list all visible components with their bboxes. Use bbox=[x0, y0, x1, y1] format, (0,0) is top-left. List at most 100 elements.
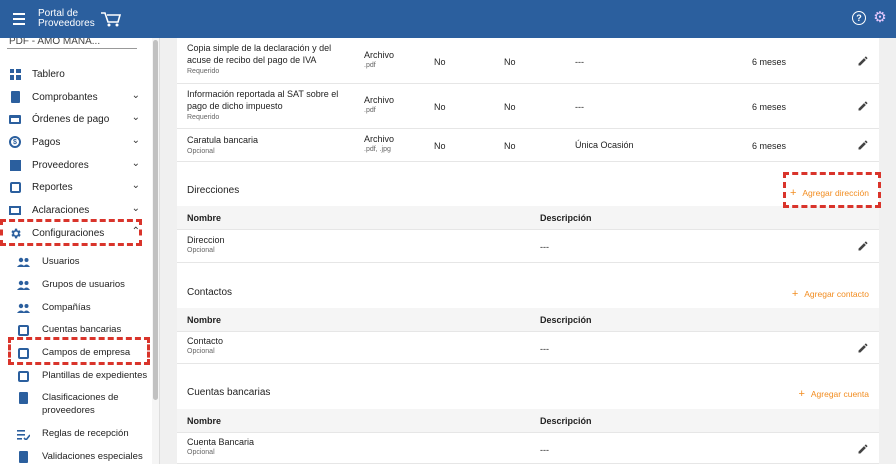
cuentas-table-header: Nombre Descripción bbox=[177, 409, 879, 433]
row-requirement: Opcional bbox=[187, 449, 215, 456]
edit-pencil-icon[interactable] bbox=[857, 100, 869, 112]
users-icon bbox=[16, 255, 30, 269]
template-icon bbox=[16, 369, 30, 383]
edit-pencil-icon[interactable] bbox=[857, 443, 869, 455]
document-validity: 6 meses bbox=[752, 141, 787, 151]
row-name-cell: Cuenta Bancaria Opcional bbox=[187, 437, 254, 456]
sidebar-subitem-cuentas[interactable]: Cuentas bancarias bbox=[0, 323, 150, 337]
document-frequency: --- bbox=[575, 102, 584, 112]
sidebar-subitem-validaciones[interactable]: Validaciones especiales bbox=[0, 450, 150, 464]
document-col1: No bbox=[434, 57, 446, 67]
row-requirement: Opcional bbox=[187, 247, 215, 254]
highlight-campos-empresa bbox=[8, 337, 150, 365]
sidebar-item-comprobantes[interactable]: Comprobantes ⌄ bbox=[0, 86, 150, 108]
cart-icon bbox=[101, 12, 122, 27]
company-select[interactable]: PDF - AMO MANA... bbox=[7, 38, 137, 49]
document-col2: No bbox=[504, 141, 516, 151]
group-icon bbox=[16, 278, 30, 292]
document-validity: 6 meses bbox=[752, 57, 787, 67]
sidebar-subitem-usuarios[interactable]: Usuarios bbox=[0, 255, 150, 269]
companies-icon bbox=[16, 301, 30, 315]
sidebar-scrollbar-thumb[interactable] bbox=[153, 40, 158, 400]
add-cuenta-link[interactable]: + Agregar cuenta bbox=[798, 388, 869, 400]
add-contacto-link[interactable]: + Agregar contacto bbox=[792, 288, 869, 300]
document-name-cell: Caratula bancaria Opcional bbox=[187, 134, 347, 155]
help-icon[interactable]: ? bbox=[852, 11, 866, 25]
sidebar-item-label: Comprobantes bbox=[32, 91, 98, 103]
sidebar-subitem-label: Compañías bbox=[42, 302, 91, 313]
row-description: --- bbox=[540, 242, 549, 252]
edit-pencil-icon[interactable] bbox=[857, 342, 869, 354]
table-row: Caratula bancaria Opcional Archivo .pdf,… bbox=[177, 129, 879, 162]
document-col1: No bbox=[434, 102, 446, 112]
document-name: Información reportada al SAT sobre el pa… bbox=[187, 89, 339, 111]
document-requirement: Requerido bbox=[187, 114, 220, 121]
top-bar: Portal de Proveedores ? ⚙ bbox=[0, 0, 896, 38]
plus-icon: + bbox=[791, 288, 799, 300]
mail-icon bbox=[8, 203, 22, 217]
sidebar-item-ordenes[interactable]: Órdenes de pago ⌄ bbox=[0, 108, 150, 130]
document-extensions: .pdf bbox=[364, 62, 376, 69]
contactos-table-header: Nombre Descripción bbox=[177, 308, 879, 332]
validation-icon bbox=[16, 450, 30, 464]
sidebar-subitem-clasificaciones[interactable]: Clasificaciones de proveedores bbox=[0, 391, 150, 417]
document-col1: No bbox=[434, 141, 446, 151]
sidebar-subitem-label: Validaciones especiales bbox=[42, 451, 143, 462]
edit-pencil-icon[interactable] bbox=[857, 139, 869, 151]
row-name-cell: Contacto Opcional bbox=[187, 336, 223, 355]
app-logo[interactable]: Portal de Proveedores bbox=[38, 9, 122, 29]
document-type-cell: Archivo .pdf, .jpg bbox=[364, 134, 394, 153]
bar-chart-icon bbox=[8, 180, 22, 194]
row-requirement: Opcional bbox=[187, 348, 215, 355]
chevron-down-icon: ⌄ bbox=[131, 112, 140, 123]
sidebar-subitem-label: Clasificaciones de proveedores bbox=[42, 392, 119, 416]
row-name: Direccion bbox=[187, 235, 225, 245]
chevron-down-icon: ⌄ bbox=[131, 135, 140, 146]
logo-text: Portal de Proveedores bbox=[38, 9, 100, 29]
sidebar-item-aclaraciones[interactable]: Aclaraciones ⌄ bbox=[0, 199, 150, 221]
document-name-cell: Copia simple de la declaración y del acu… bbox=[187, 42, 347, 75]
table-row: Cuenta Bancaria Opcional --- bbox=[177, 433, 879, 464]
dollar-coin-icon: $ bbox=[8, 135, 22, 149]
sidebar-subitem-label: Cuentas bancarias bbox=[42, 324, 122, 335]
sidebar-scrollbar[interactable] bbox=[152, 38, 159, 464]
sidebar-subitem-label: Reglas de recepción bbox=[42, 428, 129, 439]
row-description: --- bbox=[540, 344, 549, 354]
document-type: Archivo bbox=[364, 95, 395, 105]
row-name: Contacto bbox=[187, 336, 224, 346]
chevron-down-icon: ⌄ bbox=[131, 180, 140, 191]
sidebar-item-label: Aclaraciones bbox=[32, 204, 90, 216]
sidebar-subitem-reglas[interactable]: Reglas de recepción bbox=[0, 427, 150, 441]
sidebar-item-proveedores[interactable]: Proveedores ⌄ bbox=[0, 154, 150, 176]
sidebar-item-label: Tablero bbox=[32, 68, 65, 80]
table-row: Contacto Opcional --- bbox=[177, 332, 879, 364]
sidebar-item-pagos[interactable]: $ Pagos ⌄ bbox=[0, 131, 150, 153]
sidebar-subitem-plantillas[interactable]: Plantillas de expedientes bbox=[0, 369, 150, 383]
document-type: Archivo bbox=[364, 134, 395, 144]
sidebar-subitem-companias[interactable]: Compañías bbox=[0, 301, 150, 315]
document-frequency: --- bbox=[575, 57, 584, 67]
table-row: Direccion Opcional --- bbox=[177, 230, 879, 263]
sidebar-item-reportes[interactable]: Reportes ⌄ bbox=[0, 176, 150, 198]
edit-pencil-icon[interactable] bbox=[857, 240, 869, 252]
sidebar: PDF - AMO MANA... Tablero Comprobantes ⌄… bbox=[0, 38, 160, 464]
document-name: Copia simple de la declaración y del acu… bbox=[187, 43, 332, 65]
row-name-cell: Direccion Opcional bbox=[187, 235, 225, 254]
document-extensions: .pdf bbox=[364, 107, 376, 114]
sidebar-item-tablero[interactable]: Tablero bbox=[0, 63, 150, 85]
row-description: --- bbox=[540, 445, 549, 455]
user-settings-icon[interactable]: ⚙ bbox=[872, 10, 888, 26]
table-row: Información reportada al SAT sobre el pa… bbox=[177, 84, 879, 129]
credit-card-icon bbox=[8, 112, 22, 126]
column-header-nombre: Nombre bbox=[187, 213, 222, 223]
logo-line2: Proveedores bbox=[38, 18, 95, 29]
hamburger-icon[interactable] bbox=[0, 0, 38, 38]
highlight-agregar-direccion bbox=[783, 172, 881, 208]
document-validity: 6 meses bbox=[752, 102, 787, 112]
column-header-nombre: Nombre bbox=[187, 315, 222, 325]
edit-pencil-icon[interactable] bbox=[857, 55, 869, 67]
section-title-contactos: Contactos bbox=[187, 287, 233, 298]
column-header-descripcion: Descripción bbox=[540, 213, 592, 223]
rules-icon bbox=[16, 427, 30, 441]
sidebar-subitem-grupos[interactable]: Grupos de usuarios bbox=[0, 278, 150, 292]
